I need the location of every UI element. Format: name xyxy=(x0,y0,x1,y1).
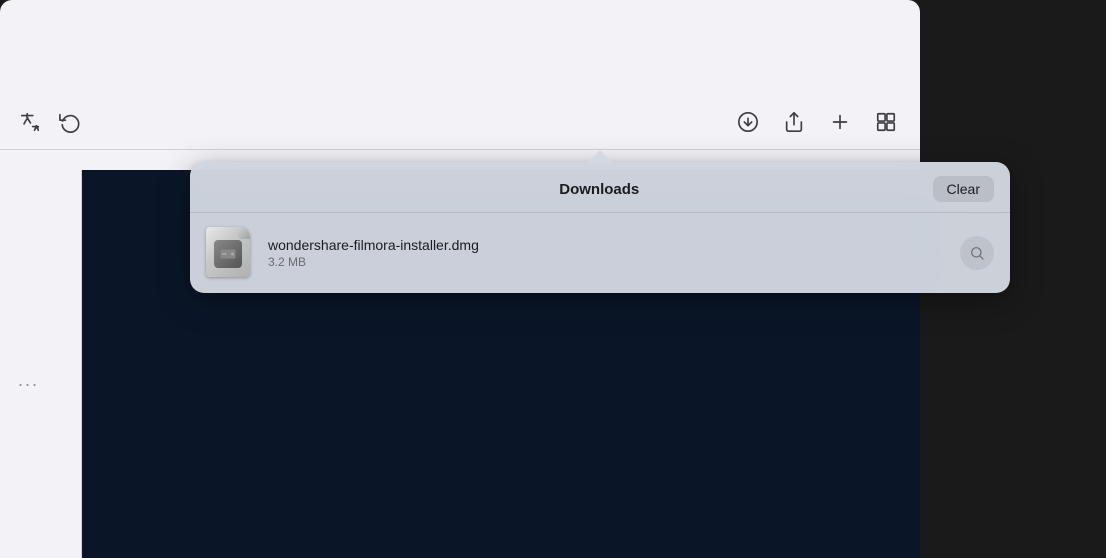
download-size: 3.2 MB xyxy=(268,255,946,269)
downloads-popover: Downloads Clear wondershare-filmora-inst… xyxy=(190,162,1010,293)
translate-icon[interactable] xyxy=(16,108,44,136)
dmg-icon-inner xyxy=(214,240,242,268)
hard-drive-icon xyxy=(219,245,237,263)
sidebar: ... xyxy=(0,170,82,558)
popover-header: Downloads Clear xyxy=(190,162,1010,212)
download-icon[interactable] xyxy=(734,108,762,136)
toolbar xyxy=(0,95,920,150)
popover-title: Downloads xyxy=(266,181,933,198)
download-info: wondershare-filmora-installer.dmg 3.2 MB xyxy=(268,237,946,269)
sidebar-dots: ... xyxy=(18,370,39,391)
file-icon xyxy=(206,227,254,279)
popover-arrow xyxy=(587,150,613,163)
clear-button[interactable]: Clear xyxy=(933,176,994,202)
refresh-icon[interactable] xyxy=(56,108,84,136)
dmg-icon xyxy=(206,227,250,277)
toolbar-right xyxy=(734,108,900,136)
toolbar-left xyxy=(16,108,84,136)
tab-overview-icon[interactable] xyxy=(872,108,900,136)
magnifier-icon xyxy=(969,245,985,261)
download-item: wondershare-filmora-installer.dmg 3.2 MB xyxy=(190,213,1010,293)
add-tab-icon[interactable] xyxy=(826,108,854,136)
show-in-finder-button[interactable] xyxy=(960,236,994,270)
share-icon[interactable] xyxy=(780,108,808,136)
download-filename: wondershare-filmora-installer.dmg xyxy=(268,237,946,253)
